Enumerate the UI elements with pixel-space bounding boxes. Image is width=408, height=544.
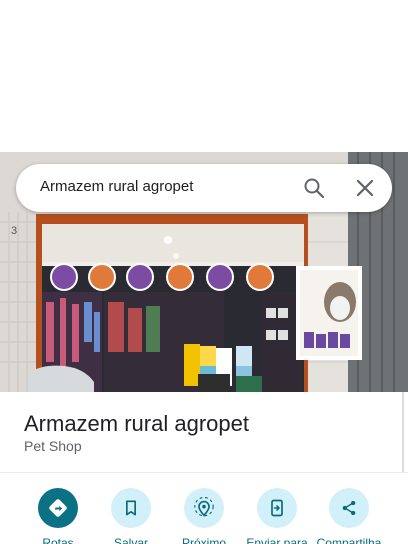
directions-button[interactable]: Rotas: [18, 488, 98, 544]
share-button[interactable]: Compartilha: [309, 488, 389, 544]
divider: [0, 472, 408, 473]
search-icon[interactable]: [302, 176, 326, 200]
search-input[interactable]: Armazem rural agropet: [40, 178, 193, 195]
nearby-icon: [184, 488, 224, 528]
nearby-label: Próximo: [181, 536, 226, 544]
send-to-phone-button[interactable]: Enviar para: [237, 488, 317, 544]
action-bar: Rotas Salvar Próximo Enviar para Compart…: [0, 488, 408, 544]
close-icon[interactable]: [353, 176, 377, 200]
directions-icon: [38, 488, 78, 528]
place-category[interactable]: Pet Shop: [24, 438, 82, 454]
place-info-panel: Armazem rural agropet Pet Shop Rotas Sal…: [0, 392, 408, 544]
send-to-phone-label: Enviar para: [246, 536, 308, 544]
save-button[interactable]: Salvar: [91, 488, 171, 544]
share-icon: [329, 488, 369, 528]
nearby-button[interactable]: Próximo: [164, 488, 244, 544]
map-top-area: [0, 0, 408, 152]
scrollbar[interactable]: [402, 392, 404, 472]
share-label: Compartilha: [316, 536, 382, 544]
street-number: 3: [11, 225, 17, 237]
bookmark-icon: [111, 488, 151, 528]
directions-label: Rotas: [42, 536, 74, 544]
save-label: Salvar: [113, 536, 148, 544]
search-bar[interactable]: Armazem rural agropet: [16, 164, 392, 212]
place-title: Armazem rural agropet: [24, 411, 249, 436]
send-to-phone-icon: [257, 488, 297, 528]
